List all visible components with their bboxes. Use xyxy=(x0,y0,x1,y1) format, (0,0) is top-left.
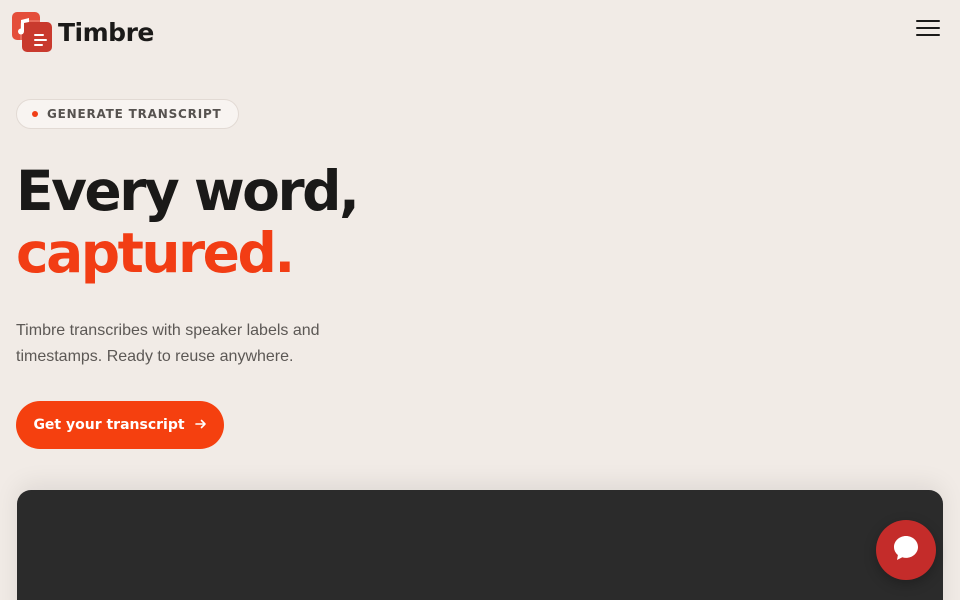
cta-label: Get your transcript xyxy=(33,417,185,433)
brand-logo[interactable]: Timbre xyxy=(12,12,154,52)
music-note-logo-icon xyxy=(12,12,52,52)
get-transcript-button[interactable]: Get your transcript xyxy=(16,401,224,449)
headline-line-1: Every word, xyxy=(16,159,360,223)
badge-dot-icon xyxy=(32,111,38,117)
arrow-right-icon xyxy=(194,417,207,433)
section-badge: GENERATE TRANSCRIPT xyxy=(16,99,239,129)
badge-label: GENERATE TRANSCRIPT xyxy=(47,107,222,121)
transcript-preview-panel xyxy=(17,490,943,600)
chat-widget-button[interactable] xyxy=(876,520,936,580)
hero-subtext: Timbre transcribes with speaker labels a… xyxy=(16,322,320,365)
brand-name: Timbre xyxy=(58,17,154,47)
headline-line-2: captured. xyxy=(16,221,295,285)
landing-page: Timbre GENERATE TRANSCRIPT Every word, c… xyxy=(0,0,960,600)
hero-headline: Every word, captured. xyxy=(16,159,360,285)
hamburger-menu-icon[interactable] xyxy=(916,16,942,38)
chat-bubble-icon xyxy=(891,533,921,568)
